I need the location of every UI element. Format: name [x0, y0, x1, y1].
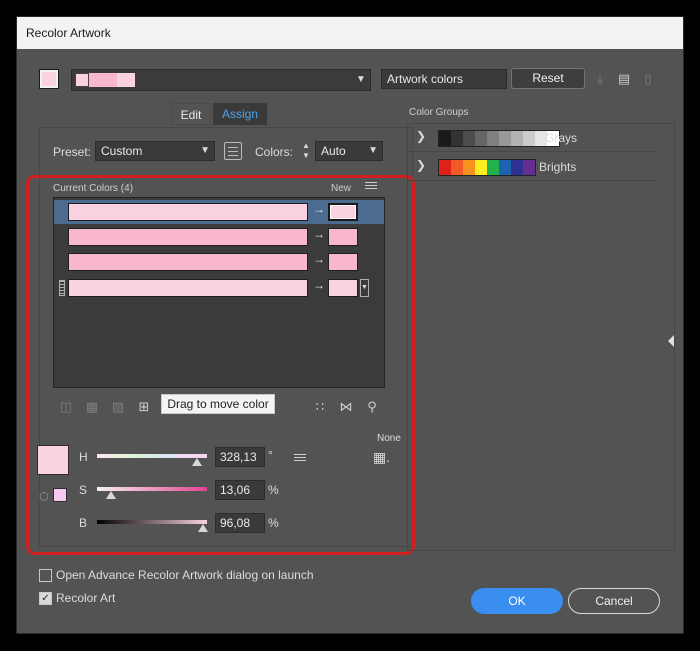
tab-assign[interactable]: Assign [213, 103, 267, 125]
group-swatch[interactable] [499, 131, 511, 146]
panel-toggle-icon[interactable] [668, 335, 674, 347]
artwork-name-field[interactable]: Artwork colors [381, 69, 507, 89]
chevron-down-icon[interactable]: ▼ [351, 69, 371, 91]
group-swatch[interactable] [487, 160, 499, 175]
trash-icon[interactable]: ▯ [639, 70, 657, 88]
strip-segment [117, 73, 135, 87]
recolor-art-checkbox[interactable]: ✓ [39, 592, 52, 605]
save-color-group-icon[interactable]: ⤓ [591, 70, 609, 88]
group-swatch[interactable] [511, 160, 523, 175]
group-swatch[interactable] [463, 131, 475, 146]
strip-segment [75, 73, 89, 87]
tab-edit[interactable]: Edit [171, 103, 211, 125]
active-color-swatch[interactable] [39, 69, 59, 89]
open-advance-checkbox[interactable] [39, 569, 52, 582]
open-advance-label[interactable]: Open Advance Recolor Artwork dialog on l… [56, 568, 314, 582]
group-swatch[interactable] [451, 160, 463, 175]
reset-button[interactable]: Reset [511, 68, 585, 89]
group-swatch[interactable] [475, 160, 487, 175]
brights-swatches[interactable] [438, 159, 536, 176]
group-swatch[interactable] [451, 131, 463, 146]
chevron-down-icon: ▼ [368, 145, 378, 156]
color-groups-header: Color Groups [409, 107, 469, 118]
preset-value: Custom [101, 144, 143, 158]
chevron-right-icon[interactable]: ❯ [416, 158, 426, 172]
color-group-row[interactable]: ❯ Brights [408, 153, 658, 181]
group-swatch[interactable] [523, 131, 535, 146]
colors-value: Auto [321, 144, 346, 158]
highlight-outline [26, 175, 415, 555]
folder-icon[interactable]: ▤ [615, 70, 633, 88]
color-group-row[interactable]: ❯ Grays [408, 124, 658, 152]
group-swatch[interactable] [511, 131, 523, 146]
dialog-title: Recolor Artwork [17, 17, 683, 49]
group-swatch[interactable] [439, 131, 451, 146]
recolor-artwork-dialog: Recolor Artwork ▼ Artwork colors Reset ⤓… [16, 16, 684, 634]
preset-label: Preset: [53, 145, 92, 159]
chevron-down-icon: ▼ [200, 145, 210, 156]
preset-select[interactable]: Custom ▼ [95, 141, 215, 161]
colors-stepper-icon[interactable]: ▲ ▼ [299, 141, 313, 161]
artwork-colors-strip[interactable] [71, 69, 371, 91]
group-swatch[interactable] [499, 160, 511, 175]
group-swatch[interactable] [487, 131, 499, 146]
group-swatch[interactable] [475, 131, 487, 146]
ok-button[interactable]: OK [471, 588, 563, 614]
group-swatch[interactable] [523, 160, 535, 175]
cancel-button[interactable]: Cancel [568, 588, 660, 614]
group-swatch[interactable] [439, 160, 451, 175]
chevron-right-icon[interactable]: ❯ [416, 129, 426, 143]
grays-swatches[interactable] [438, 130, 560, 147]
group-swatch[interactable] [463, 160, 475, 175]
colors-select[interactable]: Auto ▼ [315, 141, 383, 161]
recolor-art-label[interactable]: Recolor Art [56, 591, 115, 605]
group-name-brights: Brights [539, 160, 577, 174]
color-reduction-options-icon[interactable] [224, 142, 242, 160]
color-groups-panel: ❯ Grays ❯ Brights [407, 123, 675, 551]
colors-label: Colors: [255, 145, 294, 159]
strip-segment [89, 73, 103, 87]
group-name-grays: Grays [545, 131, 578, 145]
strip-segment [103, 73, 117, 87]
